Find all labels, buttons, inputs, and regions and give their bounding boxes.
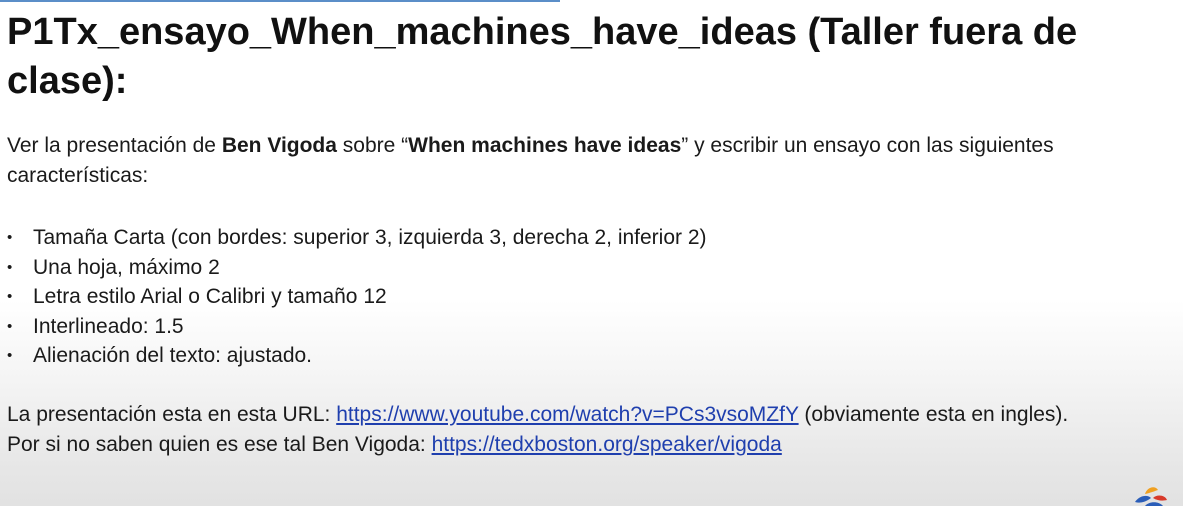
bullet-icon: • xyxy=(7,229,13,246)
requirement-text: Alienación del texto: ajustado. xyxy=(33,344,313,367)
list-item: • Tamaña Carta (con bordes: superior 3, i… xyxy=(7,223,707,253)
intro-text-1: Ver la presentación de xyxy=(7,134,222,157)
bullet-icon: • xyxy=(7,347,13,364)
video-suffix: (obviamente esta en ingles). xyxy=(798,403,1069,426)
bullet-icon: • xyxy=(7,317,13,335)
intro-paragraph: Ver la presentación de Ben Vigoda sobre … xyxy=(7,131,1167,191)
list-item: • Alienación del texto: ajustado. xyxy=(7,341,707,371)
ucentral-logo-icon xyxy=(1135,487,1167,506)
speaker-link[interactable]: https://tedxboston.org/speaker/vigoda xyxy=(432,433,782,456)
speaker-prefix: Por si no saben quien es ese tal Ben Vig… xyxy=(7,433,432,456)
bullet-icon: • xyxy=(7,288,13,305)
video-link[interactable]: https://www.youtube.com/watch?v=PCs3vsoM… xyxy=(336,403,798,426)
bullet-icon: • xyxy=(7,258,13,276)
speaker-name: Ben Vigoda xyxy=(221,134,337,157)
list-item: • Letra estilo Arial o Calibri y tamaño 1… xyxy=(7,282,707,312)
video-prefix: La presentación esta en esta URL: xyxy=(7,403,337,426)
list-item: • Interlineado: 1.5 xyxy=(7,312,707,342)
slide-title: P1Tx_ensayo_When_machines_have_ideas (Ta… xyxy=(7,11,1078,102)
list-item: • Una hoja, máximo 2 xyxy=(7,253,707,283)
links-paragraph: La presentación esta en esta URL: https:… xyxy=(7,400,1179,460)
intro-text-2: sobre “ xyxy=(336,134,409,157)
requirement-text: Una hoja, máximo 2 xyxy=(33,255,220,279)
requirement-text: Interlineado: 1.5 xyxy=(33,314,184,338)
requirement-text: Letra estilo Arial o Calibri y tamaño 12 xyxy=(33,285,387,308)
talk-title: When machines have ideas xyxy=(408,134,682,157)
top-accent-rule xyxy=(0,0,560,2)
requirement-text: Tamaña Carta (con bordes: superior 3, iz… xyxy=(33,226,707,249)
requirements-list: • Tamaña Carta (con bordes: superior 3, i… xyxy=(7,223,707,371)
